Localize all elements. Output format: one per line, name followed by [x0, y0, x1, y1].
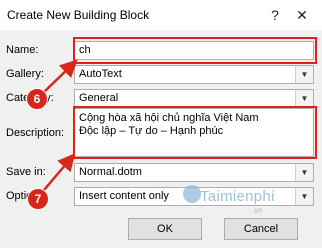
watermark-text: Taimienphi	[200, 188, 275, 205]
cancel-button[interactable]: Cancel	[224, 218, 298, 240]
annotation-arrows	[43, 59, 78, 191]
step-badge-6: 6	[26, 88, 48, 110]
ok-button[interactable]: OK	[128, 218, 202, 240]
watermark-suffix: .vn	[252, 206, 263, 215]
watermark-logo-icon	[183, 185, 201, 203]
arrow-to-description	[43, 153, 76, 191]
step-badge-7: 7	[27, 188, 49, 210]
arrow-to-name	[43, 59, 78, 93]
